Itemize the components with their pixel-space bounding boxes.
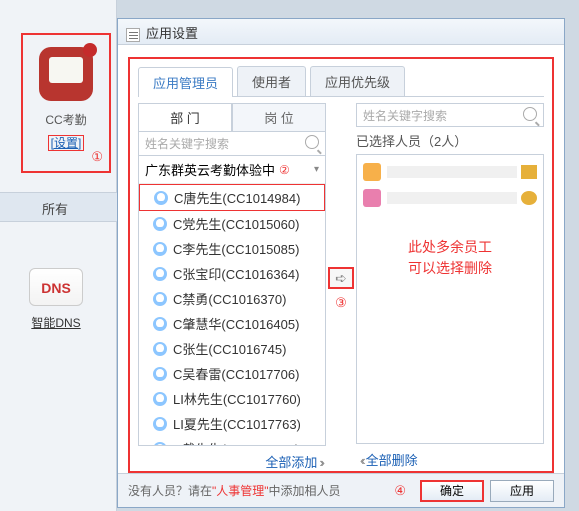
dialog-titlebar: 应用设置 — [118, 19, 564, 45]
remove-icon[interactable] — [521, 191, 537, 205]
apply-button[interactable]: 应用 — [490, 480, 554, 502]
person-row[interactable]: C唐先生(CC1014984) — [139, 184, 325, 211]
dialog-title: 应用设置 — [146, 26, 198, 41]
person-name: C唐先生(CC1014984) — [174, 188, 300, 207]
person-name: C党先生(CC1015060) — [173, 214, 299, 233]
person-row[interactable]: C吴春雷(CC1017706) — [139, 361, 325, 386]
ok-button[interactable]: 确定 — [420, 480, 484, 502]
subtab-dept[interactable]: 部 门 — [138, 103, 232, 131]
dialog-footer: 没有人员？请在"人事管理"中添加相人员 ④ 确定 应用 — [118, 473, 564, 507]
person-row[interactable]: C戴先生(CC1017937) — [139, 436, 325, 446]
subtab-post[interactable]: 岗 位 — [232, 103, 326, 131]
dns-label: 智能DNS — [29, 314, 83, 331]
person-name: C张生(CC1016745) — [173, 339, 286, 358]
avatar — [363, 163, 381, 181]
app-icon-annotation: CC考勤 [设置] ① — [21, 33, 111, 173]
selected-item[interactable] — [361, 185, 539, 211]
settings-icon — [126, 28, 140, 42]
tree-root[interactable]: 广东群英云考勤体验中 ② ▾ — [139, 156, 325, 184]
person-row[interactable]: C张宝印(CC1016364) — [139, 261, 325, 286]
person-icon — [153, 217, 167, 231]
person-name: C李先生(CC1015085) — [173, 239, 299, 258]
blurred-name — [387, 166, 517, 178]
person-name: C肇慧华(CC1016405) — [173, 314, 299, 333]
person-icon — [153, 292, 167, 306]
tab-user[interactable]: 使用者 — [237, 66, 306, 96]
blurred-name — [387, 192, 517, 204]
dns-icon: DNS — [29, 268, 83, 306]
dns-app[interactable]: DNS 智能DNS — [29, 268, 83, 331]
settings-link[interactable]: [设置] — [48, 135, 85, 151]
person-name: C张宝印(CC1016364) — [173, 264, 299, 283]
person-name: LI林先生(CC1017760) — [173, 389, 301, 408]
chevron-right-icon: ›› — [319, 455, 322, 470]
subtabs: 部 门 岗 位 — [138, 103, 326, 132]
person-row[interactable]: C张生(CC1016745) — [139, 336, 325, 361]
mid-column: ➪ ③ — [326, 103, 356, 475]
search-placeholder: 姓名关键字搜索 — [363, 109, 447, 123]
badge-icon — [521, 165, 537, 179]
person-icon — [153, 342, 167, 356]
person-name: LI夏先生(CC1017763) — [173, 414, 301, 433]
dept-tree: 广东群英云考勤体验中 ② ▾ C唐先生(CC1014984) C党先生(CC10… — [138, 156, 326, 446]
selected-item[interactable] — [361, 159, 539, 185]
tab-priority[interactable]: 应用优先级 — [310, 66, 405, 96]
annotation-3: ③ — [335, 295, 347, 311]
person-row[interactable]: C党先生(CC1015060) — [139, 211, 325, 236]
person-icon — [154, 191, 168, 205]
footer-text: 没有人员？请在"人事管理"中添加相人员 — [128, 482, 341, 499]
search-icon — [305, 135, 319, 149]
person-row[interactable]: C肇慧华(CC1016405) — [139, 311, 325, 336]
person-row[interactable]: C禁勇(CC1016370) — [139, 286, 325, 311]
search-placeholder: 姓名关键字搜索 — [145, 137, 229, 151]
left-panel: CC考勤 [设置] ① 所有 DNS 智能DNS — [0, 0, 117, 511]
left-column: 部 门 岗 位 姓名关键字搜索 广东群英云考勤体验中 ② ▾ C唐先生(CC10… — [138, 103, 326, 475]
move-right-button[interactable]: ➪ — [328, 267, 354, 289]
annotation-2: ② — [279, 163, 290, 177]
selected-count: 已选择人员（2人） — [356, 127, 544, 154]
person-row[interactable]: LI林先生(CC1017760) — [139, 386, 325, 411]
person-row[interactable]: C李先生(CC1015085) — [139, 236, 325, 261]
annotation-1: ① — [91, 149, 103, 165]
person-icon — [153, 242, 167, 256]
app-settings-dialog: 应用设置 应用管理员 使用者 应用优先级 部 门 岗 位 姓名关键字搜索 广东群… — [117, 18, 565, 508]
person-icon — [153, 392, 167, 406]
delete-all-link[interactable]: ‹‹全部删除 — [356, 444, 544, 475]
search-icon — [523, 107, 537, 121]
person-name: C戴先生(CC1017937) — [173, 439, 299, 446]
cc-attendance-icon[interactable] — [39, 47, 93, 101]
tab-all[interactable]: 所有 — [0, 192, 117, 222]
person-name: C吴春雷(CC1017706) — [173, 364, 299, 383]
tree-root-label: 广东群英云考勤体验中 — [145, 160, 275, 179]
annotation-note: 此处多余员工 可以选择删除 — [361, 237, 539, 279]
annotation-4: ④ — [394, 483, 406, 499]
dialog-body: 应用管理员 使用者 应用优先级 部 门 岗 位 姓名关键字搜索 广东群英云考勤体… — [128, 57, 554, 473]
person-icon — [153, 417, 167, 431]
person-name: C禁勇(CC1016370) — [173, 289, 286, 308]
tabbar: 应用管理员 使用者 应用优先级 — [138, 67, 544, 97]
tab-admin[interactable]: 应用管理员 — [138, 67, 233, 97]
avatar — [363, 189, 381, 207]
chevron-down-icon: ▾ — [314, 164, 319, 175]
person-icon — [153, 367, 167, 381]
search-left[interactable]: 姓名关键字搜索 — [138, 132, 326, 156]
search-right[interactable]: 姓名关键字搜索 — [356, 103, 544, 127]
chevron-left-icon: ‹‹ — [360, 453, 363, 468]
person-icon — [153, 267, 167, 281]
person-row[interactable]: LI夏先生(CC1017763) — [139, 411, 325, 436]
selected-list: 此处多余员工 可以选择删除 — [356, 154, 544, 444]
app-label: CC考勤 — [23, 111, 109, 128]
person-icon — [153, 317, 167, 331]
right-column: 姓名关键字搜索 已选择人员（2人） — [356, 103, 544, 475]
